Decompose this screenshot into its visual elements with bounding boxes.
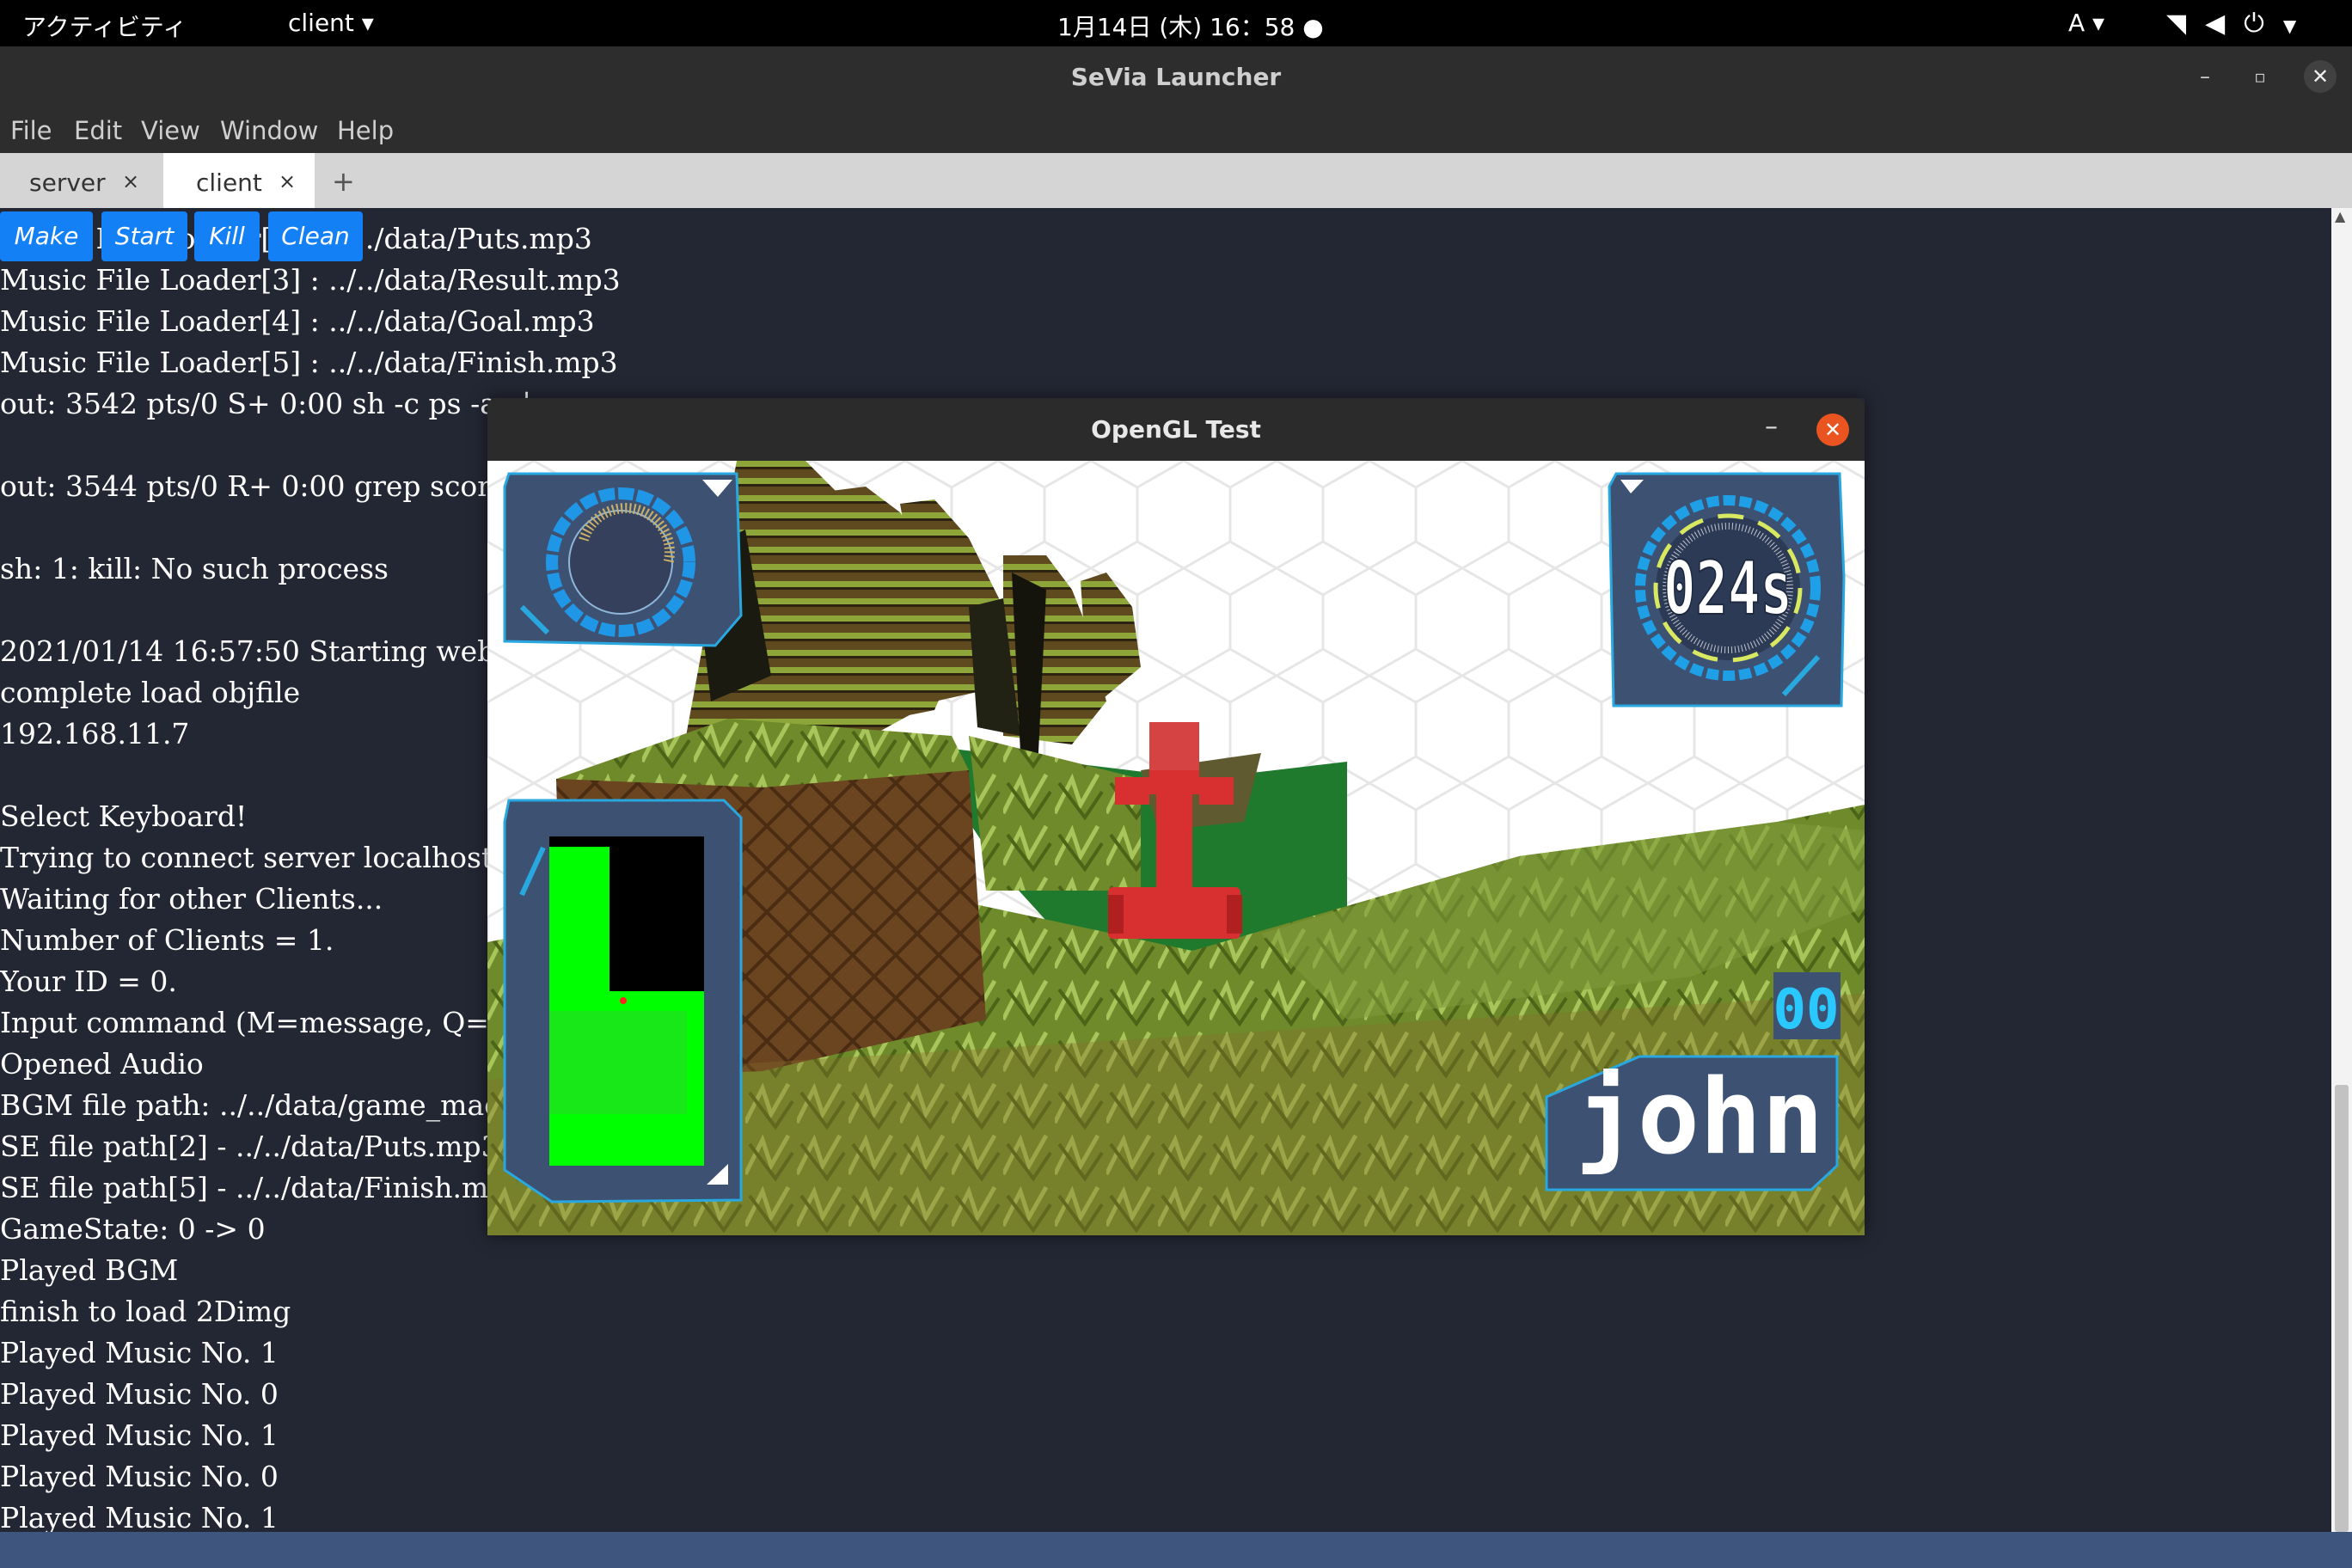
player-id: 00 — [1773, 978, 1839, 1042]
chevron-down-icon: ▼ — [2282, 15, 2297, 36]
player-name: john — [1576, 1058, 1824, 1178]
terminal-line: Opened Audio — [0, 1047, 204, 1081]
terminal-line: out: 3544 pts/0 R+ 0:00 grep scontro — [0, 469, 538, 503]
kill-button[interactable]: Kill — [194, 211, 260, 261]
volume-icon: ◀ — [2205, 9, 2226, 39]
minimize-button[interactable]: – — [1765, 412, 1778, 442]
speed-gauge-hud — [503, 472, 743, 647]
terminal-line: out: 3542 pts/0 S+ 0:00 sh -c ps -ax | — [0, 387, 532, 420]
terminal-line: Played BGM — [0, 1253, 179, 1287]
terminal-line: Your ID = 0. — [0, 965, 177, 998]
power-icon: ⏻ — [2244, 9, 2264, 39]
opengl-title-bar[interactable]: OpenGL Test – ✕ — [487, 398, 1865, 461]
tab-client[interactable]: client × — [163, 153, 315, 208]
menu-bar: File Edit View Window Help — [0, 107, 2352, 153]
tab-label: server — [29, 168, 106, 197]
terminal-line: finish to load 2Dimg — [0, 1295, 291, 1328]
scroll-up-icon[interactable]: ▲ — [2335, 208, 2345, 224]
app-menu[interactable]: client ▾ — [288, 9, 374, 37]
window-title-bar[interactable]: SeVia Launcher – ▫ ✕ — [0, 46, 2352, 107]
activities-button[interactable]: アクティビティ — [22, 9, 187, 43]
terminal-line: Trying to connect server localhost ( — [0, 841, 513, 874]
terminal-line: GameState: 0 -> 0 — [0, 1212, 266, 1246]
terminal-line: Played Music No. 0 — [0, 1377, 279, 1411]
system-top-bar: アクティビティ client ▾ 1月14日 (木) 16：58 ● A ▾ ◥… — [0, 0, 2352, 46]
terminal-line: Input command (M=message, Q=qu — [0, 1006, 526, 1039]
menu-file[interactable]: File — [10, 116, 52, 145]
opengl-window[interactable]: OpenGL Test – ✕ 024s 00 john — [487, 398, 1865, 1235]
opengl-window-title: OpenGL Test — [1091, 415, 1261, 444]
new-tab-button[interactable]: + — [332, 165, 355, 198]
minimize-button[interactable]: – — [2189, 60, 2221, 93]
menu-help[interactable]: Help — [337, 116, 394, 145]
terminal-line: Waiting for other Clients... — [0, 882, 383, 916]
menu-edit[interactable]: Edit — [74, 116, 122, 145]
terminal-line: Select Keyboard! — [0, 799, 248, 833]
menu-view[interactable]: View — [141, 116, 200, 145]
system-tray[interactable]: ◥ ◀ ⏻ ▼ — [2166, 9, 2315, 39]
terminal-line: Music File Loader[5] : ../../data/Finish… — [0, 346, 618, 379]
close-icon[interactable]: × — [279, 169, 296, 193]
maximize-button[interactable]: ▫ — [2244, 60, 2276, 93]
menu-window[interactable]: Window — [220, 116, 318, 145]
terminal-line: Played Music No. 1 — [0, 1418, 279, 1452]
minimap-hud — [503, 799, 743, 1204]
terminal-line: Music File Loader[4] : ../../data/Goal.m… — [0, 304, 595, 338]
terminal-scrollbar[interactable]: ▲ — [2331, 208, 2352, 1532]
make-button[interactable]: Make — [0, 211, 93, 261]
terminal-line: 192.168.11.7 — [0, 717, 190, 750]
close-button[interactable]: ✕ — [1816, 413, 1849, 446]
timer-readout: 024s — [1663, 546, 1792, 632]
clean-button[interactable]: Clean — [268, 211, 363, 261]
game-viewport[interactable]: 024s 00 john — [487, 461, 1865, 1235]
terminal-line: BGM file path: ../../data/game_mao — [0, 1088, 502, 1122]
tab-label: client — [196, 168, 262, 197]
close-icon[interactable]: × — [122, 169, 139, 193]
terminal-line: sh: 1: kill: No such process — [0, 552, 389, 585]
wifi-icon: ◥ — [2166, 9, 2187, 39]
terminal-line: SE file path[5] - ../../data/Finish.mp — [0, 1171, 507, 1204]
terminal-line: Music File Loader[3] : ../../data/Result… — [0, 263, 621, 297]
clock[interactable]: 1月14日 (木) 16：58 ● — [1057, 9, 1324, 43]
scroll-thumb[interactable] — [2335, 1085, 2349, 1532]
status-bar — [0, 1532, 2352, 1568]
terminal-line: SE file path[2] - ../../data/Puts.mp3 - — [0, 1130, 518, 1163]
tab-bar: server × client × + — [0, 153, 2352, 208]
terminal-line: complete load objfile — [0, 676, 301, 709]
terminal-line: Played Music No. 1 — [0, 1501, 279, 1532]
tab-server[interactable]: server × — [0, 153, 162, 208]
terminal-line: Played Music No. 1 — [0, 1336, 279, 1369]
terminal-line: Played Music No. 0 — [0, 1460, 279, 1493]
close-button[interactable]: ✕ — [2304, 60, 2337, 93]
terminal-line: 2021/01/14 16:57:50 Starting web se — [0, 634, 536, 668]
start-button[interactable]: Start — [101, 211, 187, 261]
window-title: SeVia Launcher — [1070, 63, 1282, 91]
input-language-menu[interactable]: A ▾ — [2068, 9, 2104, 37]
terminal-line: Number of Clients = 1. — [0, 923, 334, 957]
